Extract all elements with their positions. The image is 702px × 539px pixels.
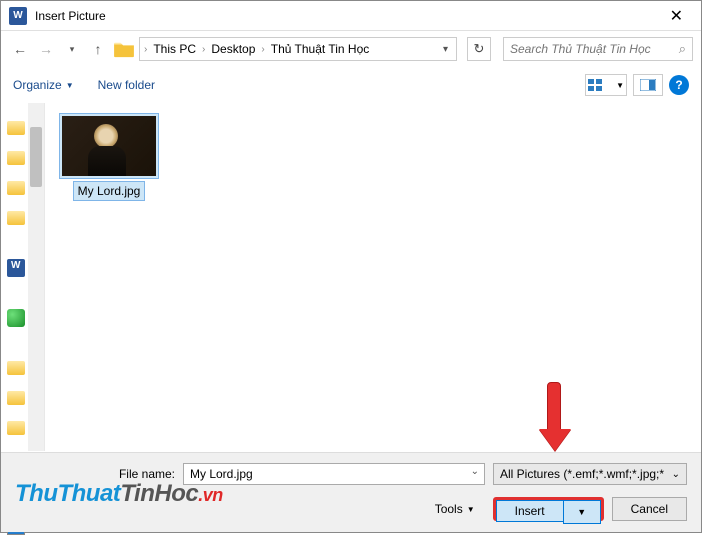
insert-button-group: Insert ▼ [493, 497, 604, 521]
sidebar-scrollbar[interactable] [28, 103, 44, 451]
breadcrumb-desktop[interactable]: Desktop [209, 42, 257, 56]
watermark-p2: TinHoc [120, 480, 198, 507]
preview-icon [640, 79, 656, 91]
toolbar: Organize ▼ New folder ▼ ? [1, 67, 701, 103]
sidebar-folder-4[interactable] [5, 207, 27, 229]
chevron-right-icon: › [261, 44, 264, 55]
folder-icon [113, 40, 135, 58]
chevron-right-icon: › [144, 44, 147, 55]
sidebar-folder-3[interactable] [5, 177, 27, 199]
breadcrumb[interactable]: › This PC › Desktop › Thủ Thuật Tin Học … [139, 37, 457, 61]
sidebar [1, 103, 45, 451]
view-mode-button[interactable]: ▼ [585, 74, 627, 96]
tools-label: Tools [435, 502, 463, 516]
new-folder-label: New folder [98, 78, 155, 92]
sidebar-sync-icon[interactable] [5, 307, 27, 329]
organize-label: Organize [13, 78, 62, 92]
insert-button[interactable]: Insert [496, 500, 563, 522]
recent-dropdown[interactable]: ▾ [61, 38, 83, 60]
filename-input[interactable] [183, 463, 485, 485]
watermark-p3: .vn [198, 485, 223, 505]
chevron-down-icon: ▼ [467, 505, 475, 514]
breadcrumb-dropdown[interactable]: ▾ [439, 44, 452, 55]
insert-dropdown[interactable]: ▼ [563, 500, 601, 524]
thumbnails-icon [588, 79, 602, 91]
search-icon[interactable]: ⌕ [679, 41, 686, 57]
tools-button[interactable]: Tools ▼ [435, 502, 475, 516]
chevron-down-icon: ▼ [616, 81, 624, 90]
sidebar-word-icon[interactable] [5, 257, 27, 279]
sidebar-folder-2[interactable] [5, 147, 27, 169]
sidebar-folder-1[interactable] [5, 117, 27, 139]
search-input[interactable] [510, 42, 679, 56]
breadcrumb-pc[interactable]: This PC [151, 42, 198, 56]
chevron-down-icon: ⌄ [672, 469, 680, 480]
title-bar: W Insert Picture ✕ [1, 1, 701, 31]
filetype-filter[interactable]: All Pictures (*.emf;*.wmf;*.jpg;* ⌄ [493, 463, 687, 485]
file-thumbnail [59, 113, 159, 179]
chevron-right-icon: › [202, 44, 205, 55]
sidebar-folder-5[interactable] [5, 357, 27, 379]
close-button[interactable]: ✕ [660, 6, 693, 26]
file-name: My Lord.jpg [73, 181, 146, 201]
search-box[interactable]: ⌕ [503, 37, 693, 61]
filename-label: File name: [105, 467, 175, 481]
organize-button[interactable]: Organize ▼ [13, 78, 74, 92]
content-area: My Lord.jpg [1, 103, 701, 451]
chevron-down-icon: ▼ [66, 81, 74, 90]
back-button[interactable]: ← [9, 38, 31, 60]
forward-button[interactable]: → [35, 38, 57, 60]
breadcrumb-folder[interactable]: Thủ Thuật Tin Học [269, 42, 372, 56]
help-button[interactable]: ? [669, 75, 689, 95]
sidebar-folder-7[interactable] [5, 417, 27, 439]
cancel-button[interactable]: Cancel [612, 497, 687, 521]
insert-label: Insert [515, 504, 545, 518]
watermark: ThuThuatTinHoc.vn [15, 480, 223, 508]
filename-dropdown[interactable]: ⌄ [471, 466, 479, 477]
watermark-p1: ThuThuat [15, 480, 120, 507]
window-title: Insert Picture [35, 9, 106, 23]
filter-label: All Pictures (*.emf;*.wmf;*.jpg;* [500, 467, 664, 481]
up-button[interactable]: ↑ [87, 38, 109, 60]
word-app-icon: W [9, 7, 27, 25]
preview-pane-button[interactable] [633, 74, 663, 96]
nav-row: ← → ▾ ↑ › This PC › Desktop › Thủ Thuật … [1, 31, 701, 67]
sidebar-folder-6[interactable] [5, 387, 27, 409]
new-folder-button[interactable]: New folder [98, 78, 155, 92]
file-pane[interactable]: My Lord.jpg [45, 103, 701, 451]
refresh-button[interactable]: ↻ [467, 37, 491, 61]
file-item[interactable]: My Lord.jpg [55, 113, 163, 201]
